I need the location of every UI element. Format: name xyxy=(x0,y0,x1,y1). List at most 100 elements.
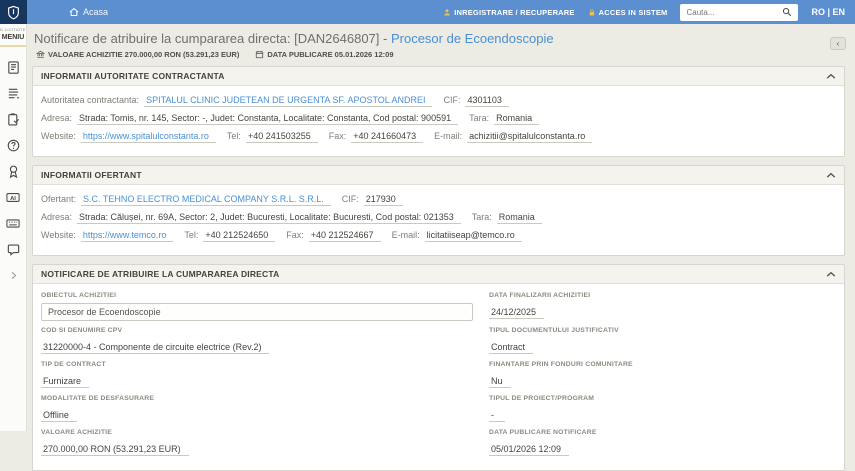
ai-icon[interactable]: AI xyxy=(5,189,22,206)
clipboard-check-icon[interactable] xyxy=(5,111,22,128)
help-icon[interactable] xyxy=(5,137,22,154)
authority-country-value: Romania xyxy=(494,113,540,125)
sidebar-brand: E-LICITATIE xyxy=(0,27,26,32)
notification-section-title: NOTIFICARE DE ATRIBUIRE LA CUMPARAREA DI… xyxy=(41,269,280,279)
authority-section-title: INFORMATII AUTORITATE CONTRACTANTA xyxy=(41,71,225,81)
field-value: 270.000,00 RON (53.291,23 EUR) xyxy=(41,444,189,456)
field-cod-cpv: COD SI DENUMIRE CPV 31220000-4 - Compone… xyxy=(41,327,473,355)
search-icon[interactable] xyxy=(782,7,792,17)
bidder-fax-label: Fax: xyxy=(286,230,304,240)
authority-name-label: Autoritatea contractanta: xyxy=(41,95,140,105)
field-label: VALOARE ACHIZITIE xyxy=(41,429,112,436)
bidder-section-title: INFORMATII OFERTANT xyxy=(41,170,142,180)
top-navbar: Acasa INREGISTRARE / RECUPERARE ACCES IN… xyxy=(0,0,855,24)
field-value: Nu xyxy=(489,376,511,388)
chevron-up-icon[interactable] xyxy=(826,172,836,179)
field-tip-contract: TIP DE CONTRACT Furnizare xyxy=(41,361,473,389)
bidder-tel-label: Tel: xyxy=(184,230,199,240)
language-toggle[interactable]: RO | EN xyxy=(811,7,845,17)
field-value: 05/01/2026 12:09 xyxy=(489,444,570,456)
authority-card: INFORMATII AUTORITATE CONTRACTANTA Autor… xyxy=(32,66,845,157)
collapse-page-button[interactable]: ‹ xyxy=(830,37,846,50)
award-icon[interactable] xyxy=(5,163,22,180)
meta-date-item: DATA PUBLICARE 05.01.2026 12:09 xyxy=(255,50,394,59)
list-icon[interactable] xyxy=(5,85,22,102)
authority-address-value: Strada: Tomis, nr. 145, Sector: -, Judet… xyxy=(77,113,459,125)
shield-icon xyxy=(7,5,20,20)
page-title-prefix: Notificare de atribuire la cumpararea di… xyxy=(34,31,391,46)
bidder-email-label: E-mail: xyxy=(391,230,420,240)
authority-fax-value: +40 241660473 xyxy=(351,131,424,143)
calendar-icon xyxy=(255,50,264,59)
authority-tel-value: +40 241503255 xyxy=(245,131,318,143)
field-label: DATA PUBLICARE NOTIFICARE xyxy=(489,429,597,436)
app-logo[interactable] xyxy=(0,0,27,24)
notification-row: VALOARE ACHIZITIE 270.000,00 RON (53.291… xyxy=(41,429,836,457)
authority-name-row: Autoritatea contractanta: SPITALUL CLINI… xyxy=(41,95,836,107)
obiectul-achizitiei-input[interactable] xyxy=(41,303,473,321)
chat-icon[interactable] xyxy=(5,241,22,258)
left-sidebar: E-LICITATIE MENIU AI xyxy=(0,24,27,431)
authority-tel-label: Tel: xyxy=(226,131,241,141)
access-link[interactable]: ACCES IN SISTEM xyxy=(588,8,668,17)
field-modalitate-desfasurare: MODALITATE DE DESFASURARE Offline xyxy=(41,395,473,423)
bidder-name-label: Ofertant: xyxy=(41,194,77,204)
page-title-link[interactable]: Procesor de Ecoendoscopie xyxy=(391,31,554,46)
authority-email-value: achizitii@spitalulconstanta.ro xyxy=(467,131,593,143)
chevron-right-icon[interactable] xyxy=(5,267,22,284)
chevron-up-icon[interactable] xyxy=(826,73,836,80)
meta-value-item: VALOARE ACHIZITIE 270.000,00 RON (53.291… xyxy=(36,50,239,59)
notification-row: COD SI DENUMIRE CPV 31220000-4 - Compone… xyxy=(41,327,836,355)
nav-home[interactable]: Acasa xyxy=(69,7,108,17)
authority-country-label: Tara: xyxy=(469,113,490,123)
user-icon xyxy=(443,8,451,17)
authority-email-label: E-mail: xyxy=(434,131,463,141)
bidder-fax-value: +40 212524667 xyxy=(308,230,381,242)
bidder-cif-value: 217930 xyxy=(363,194,403,206)
authority-name-link[interactable]: SPITALUL CLINIC JUDETEAN DE URGENTA SF. … xyxy=(144,95,433,107)
bidder-contact-row: Website: https://www.temco.ro Tel: +40 2… xyxy=(41,230,836,242)
authority-card-body: Autoritatea contractanta: SPITALUL CLINI… xyxy=(33,86,844,156)
svg-text:AI: AI xyxy=(10,196,16,202)
field-label: TIPUL DE PROIECT/PROGRAM xyxy=(489,395,595,402)
field-obiectul-achizitiei: OBIECTUL ACHIZITIEI xyxy=(41,292,473,321)
bidder-country-label: Tara: xyxy=(471,212,492,222)
field-label: MODALITATE DE DESFASURARE xyxy=(41,395,155,402)
notification-card-body: OBIECTUL ACHIZITIEI DATA FINALIZARII ACH… xyxy=(33,284,844,470)
register-link[interactable]: INREGISTRARE / RECUPERARE xyxy=(443,8,574,17)
bidder-website-link[interactable]: https://www.temco.ro xyxy=(80,230,174,242)
bidder-email-value: licitatiiseap@temco.ro xyxy=(424,230,522,242)
chevron-up-icon[interactable] xyxy=(826,271,836,278)
field-finantare-fonduri: FINANTARE PRIN FONDURI COMUNITARE Nu xyxy=(489,361,836,389)
search-input[interactable] xyxy=(686,7,779,17)
search-box xyxy=(680,3,799,21)
bidder-card-header: INFORMATII OFERTANT xyxy=(33,166,844,185)
field-label: TIPUL DOCUMENTULUI JUSTIFICATIV xyxy=(489,327,619,334)
field-label: DATA FINALIZARII ACHIZITIEI xyxy=(489,292,591,299)
access-link-label: ACCES IN SISTEM xyxy=(598,7,668,17)
authority-contact-row: Website: https://www.spitalulconstanta.r… xyxy=(41,131,836,143)
meta-date-label: DATA PUBLICARE 05.01.2026 12:09 xyxy=(267,50,394,59)
field-data-finalizarii: DATA FINALIZARII ACHIZITIEI 24/12/2025 xyxy=(489,292,836,320)
field-value: Furnizare xyxy=(41,376,90,388)
home-icon xyxy=(69,7,79,17)
authority-website-link[interactable]: https://www.spitalulconstanta.ro xyxy=(80,131,216,143)
news-icon[interactable] xyxy=(5,59,22,76)
field-valoare-achizitie: VALOARE ACHIZITIE 270.000,00 RON (53.291… xyxy=(41,429,473,457)
page-meta: VALOARE ACHIZITIE 270.000,00 RON (53.291… xyxy=(36,50,845,59)
authority-address-label: Adresa: xyxy=(41,113,73,123)
keyboard-icon[interactable] xyxy=(5,215,22,232)
bidder-name-link[interactable]: S.C. TEHNO ELECTRO MEDICAL COMPANY S.R.L… xyxy=(81,194,331,206)
field-tipul-proiect: TIPUL DE PROIECT/PROGRAM - xyxy=(489,395,836,423)
field-label: OBIECTUL ACHIZITIEI xyxy=(41,292,117,299)
authority-fax-label: Fax: xyxy=(328,131,347,141)
authority-card-header: INFORMATII AUTORITATE CONTRACTANTA xyxy=(33,67,844,86)
bidder-address-value: Strada: Călușei, nr. 69A, Sector: 2, Jud… xyxy=(77,212,461,224)
field-value: 31220000-4 - Componente de circuite elec… xyxy=(41,342,270,354)
authority-cif-label: CIF: xyxy=(443,95,461,105)
bidder-tel-value: +40 212524650 xyxy=(203,230,276,242)
bank-icon xyxy=(36,50,45,59)
notification-row: OBIECTUL ACHIZITIEI DATA FINALIZARII ACH… xyxy=(41,292,836,321)
page-title: Notificare de atribuire la cumpararea di… xyxy=(32,31,845,46)
field-value: Contract xyxy=(489,342,534,354)
